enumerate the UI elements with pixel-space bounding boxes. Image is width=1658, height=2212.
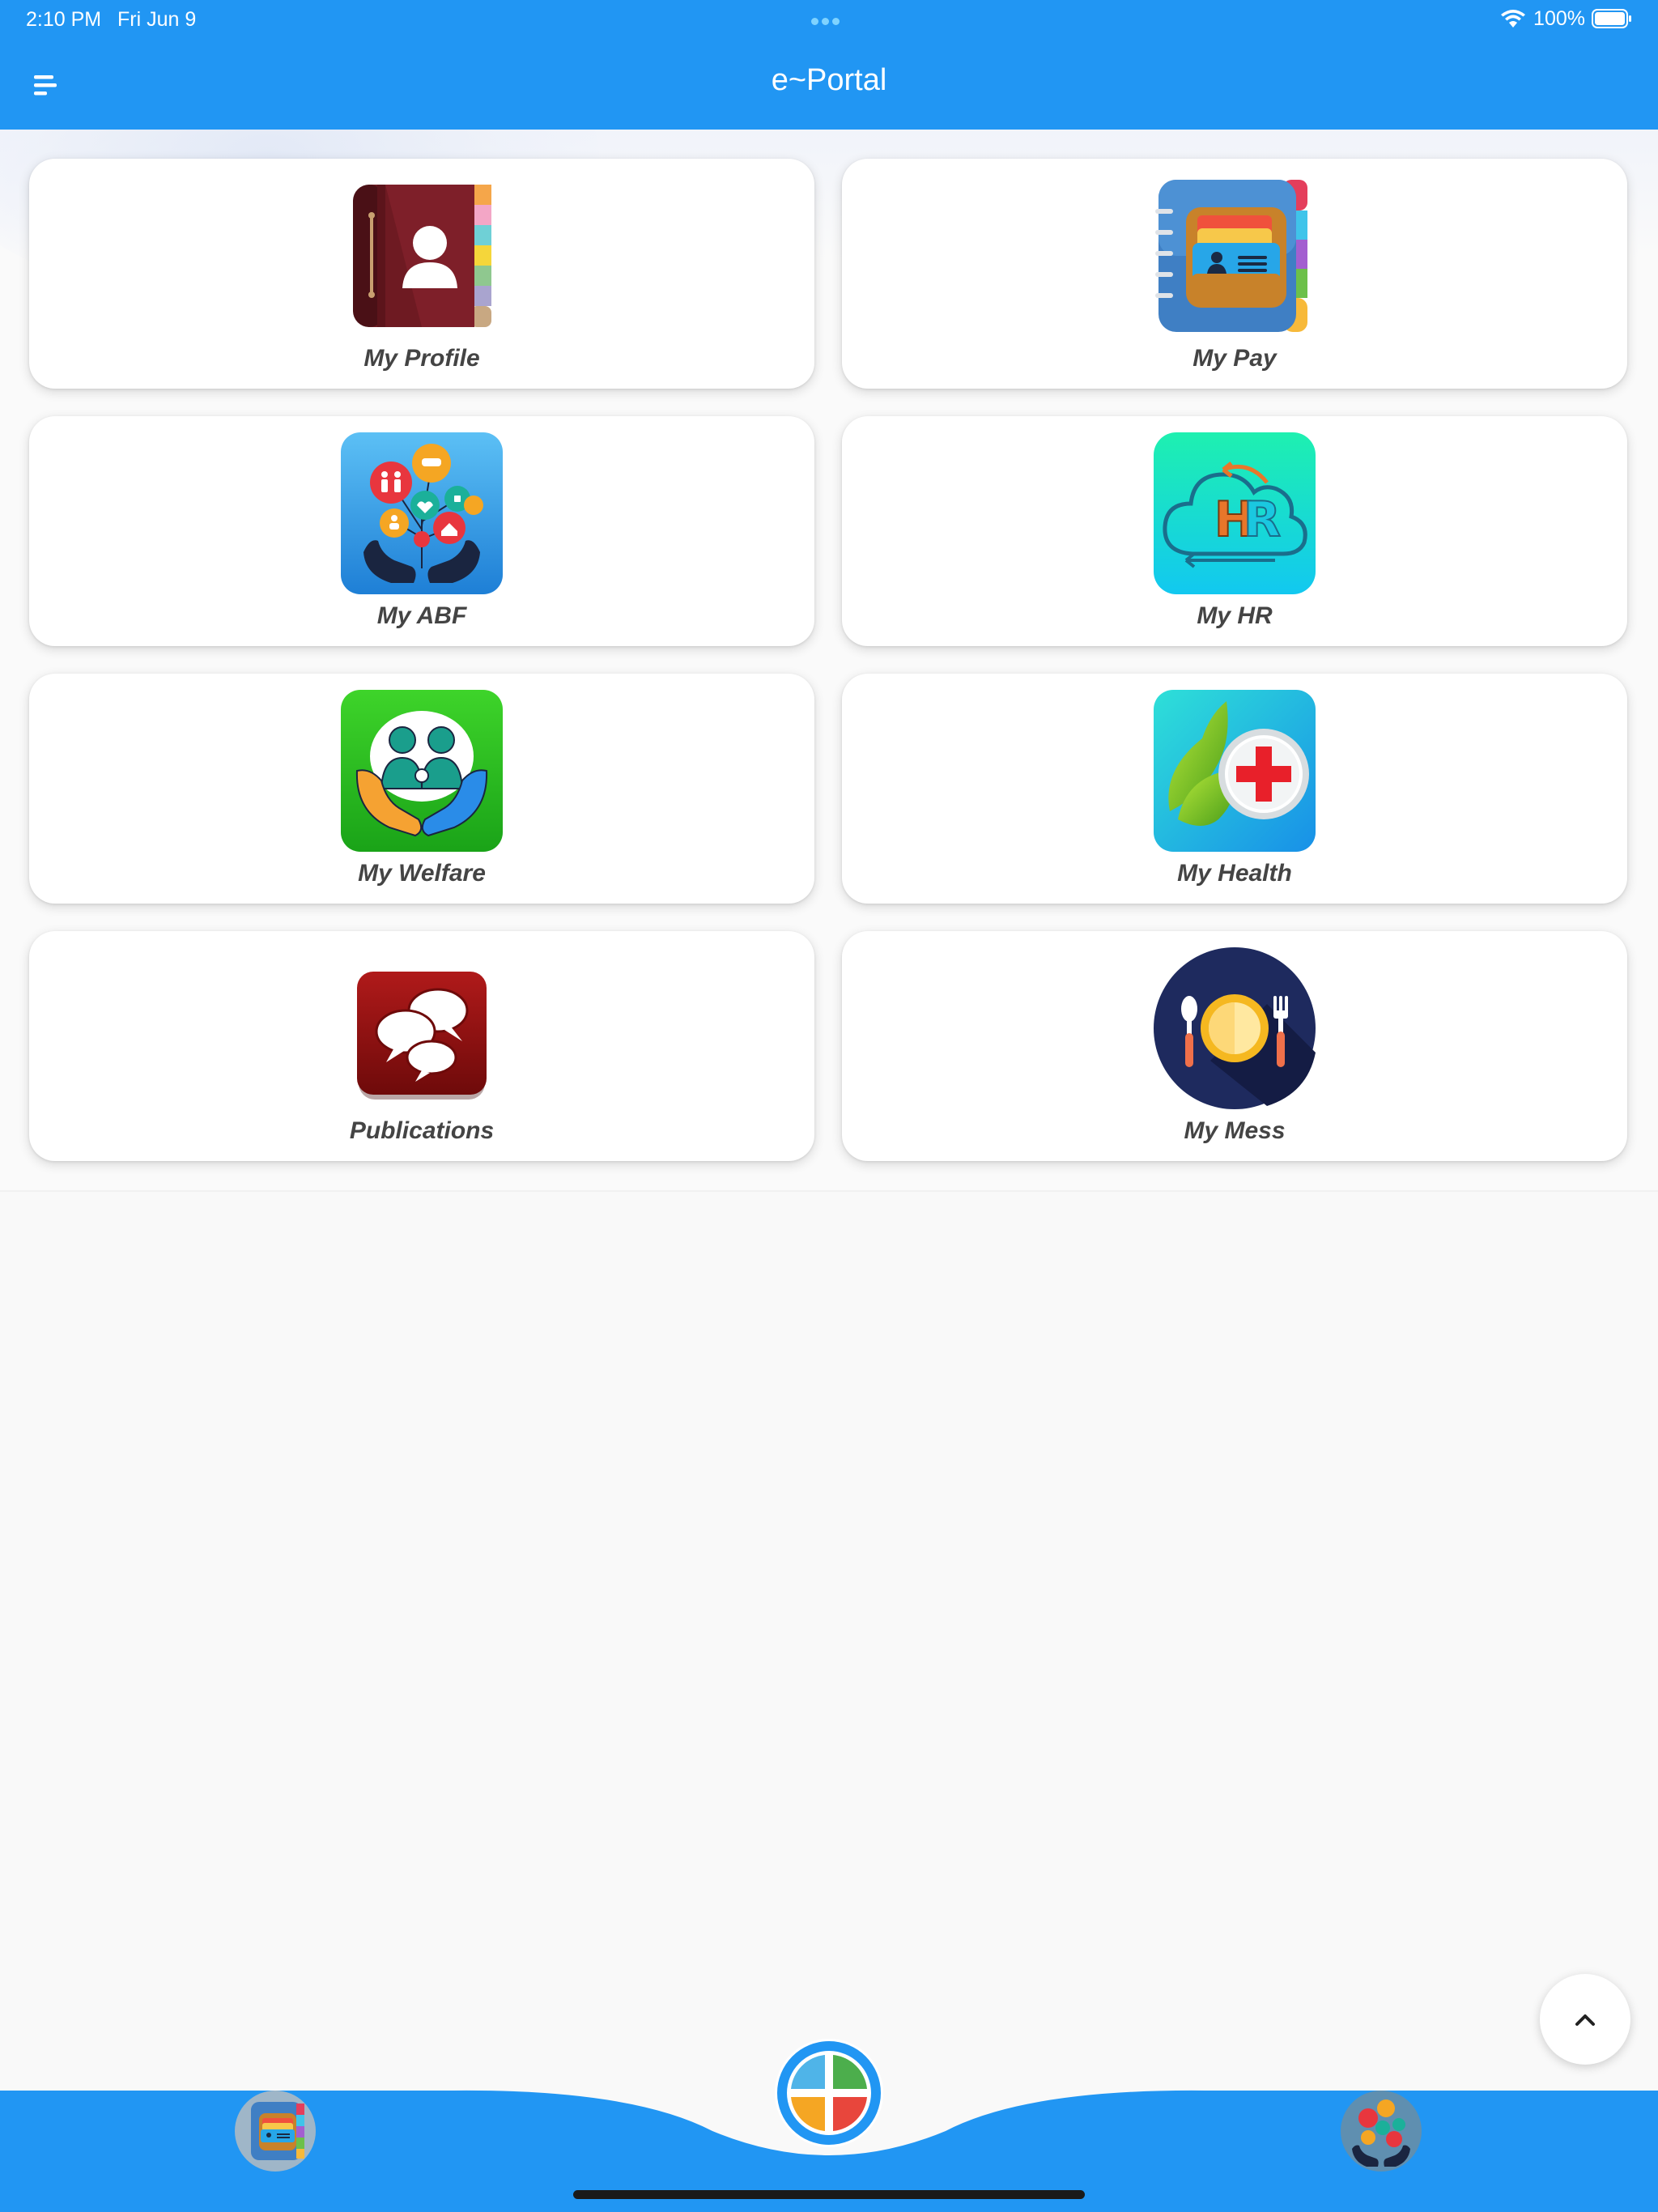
- status-date: Fri Jun 9: [117, 8, 197, 31]
- tile-my-health[interactable]: My Health: [842, 674, 1627, 904]
- abf-hands-icon: [1341, 2091, 1422, 2172]
- battery-percent: 100%: [1533, 6, 1585, 30]
- app-header: 2:10 PM Fri Jun 9 100% e~Portal: [0, 0, 1658, 130]
- tile-publications[interactable]: Publications: [29, 931, 814, 1161]
- home-grid-icon: [777, 2041, 881, 2145]
- hr-cloud-icon: H R: [1154, 432, 1316, 594]
- tile-my-abf[interactable]: My ABF: [29, 416, 814, 646]
- tile-label: My Mess: [1184, 1117, 1286, 1144]
- nav-abf-button[interactable]: [1341, 2091, 1422, 2172]
- tile-my-welfare[interactable]: My Welfare: [29, 674, 814, 904]
- home-indicator[interactable]: [573, 2190, 1085, 2199]
- nav-home-button[interactable]: [775, 2039, 883, 2147]
- profile-book-icon: [353, 185, 491, 327]
- nav-pay-button[interactable]: [235, 2091, 316, 2172]
- svg-text:R: R: [1244, 491, 1281, 548]
- status-indicators: 100%: [1499, 6, 1632, 31]
- publications-chat-icon: [357, 972, 487, 1100]
- tile-label: My Health: [1177, 860, 1292, 887]
- tile-label: My Profile: [363, 345, 480, 372]
- pay-wallet-icon: [235, 2091, 316, 2172]
- tile-label: My HR: [1197, 602, 1273, 629]
- health-cross-icon: [1154, 690, 1316, 852]
- battery-icon: [1592, 9, 1631, 28]
- wifi-icon: [1501, 10, 1526, 28]
- status-bar: 2:10 PM Fri Jun 9 100%: [0, 0, 1658, 39]
- scroll-to-top-button[interactable]: [1540, 1974, 1630, 2065]
- pay-wallet-icon: [1155, 180, 1307, 332]
- tile-label: Publications: [349, 1117, 495, 1144]
- tile-my-mess[interactable]: My Mess: [842, 931, 1627, 1161]
- chevron-up-icon: [1575, 2014, 1595, 2026]
- tile-label: My Pay: [1192, 345, 1277, 372]
- tile-label: My ABF: [376, 602, 467, 629]
- status-time: 2:10 PM: [26, 8, 102, 31]
- page-title: e~Portal: [771, 63, 887, 97]
- tile-my-hr[interactable]: H R My HR: [842, 416, 1627, 646]
- tile-label: My Welfare: [358, 860, 486, 887]
- tile-my-profile[interactable]: My Profile: [29, 159, 814, 389]
- mess-plate-icon: [1154, 947, 1316, 1109]
- tile-my-pay[interactable]: My Pay: [842, 159, 1627, 389]
- abf-hands-icon: [341, 432, 503, 594]
- multitasking-dots-icon[interactable]: [811, 15, 847, 25]
- divider: [0, 1190, 1658, 1192]
- welfare-family-icon: [341, 690, 503, 852]
